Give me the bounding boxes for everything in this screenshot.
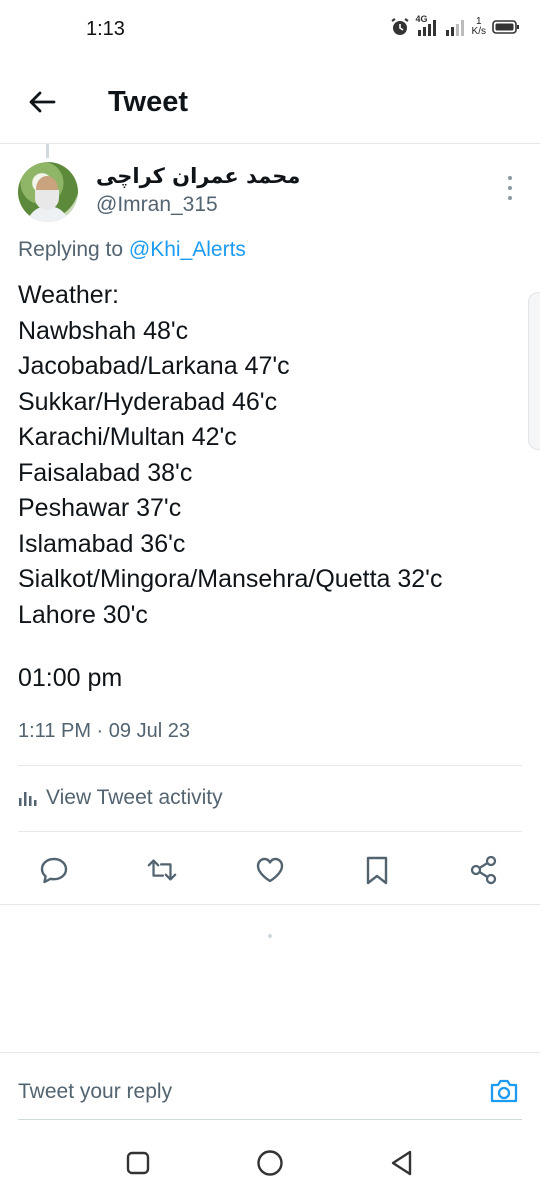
view-tweet-activity[interactable]: View Tweet activity [18, 786, 223, 810]
tweet-line: Lahore 30'c [18, 600, 148, 629]
reply-button[interactable] [38, 854, 70, 886]
replying-prefix: Replying to [18, 238, 124, 261]
alarm-icon [390, 18, 409, 35]
like-button[interactable] [254, 854, 286, 886]
recent-apps-button[interactable] [123, 1148, 153, 1178]
more-options-icon[interactable] [500, 176, 520, 200]
square-icon [126, 1151, 150, 1175]
scrollbar-handle[interactable] [528, 292, 540, 450]
bookmark-button[interactable] [361, 854, 393, 886]
tweet-line: Sukkar/Hyderabad 46'c [18, 387, 278, 416]
network-type-badge: 4G [416, 14, 438, 38]
bookmark-icon [366, 856, 388, 885]
share-icon [470, 855, 497, 885]
avatar[interactable] [18, 162, 78, 222]
tweet-line: Jacobabad/Larkana 47'c [18, 352, 290, 380]
back-button[interactable] [22, 82, 62, 122]
tweet-line: Peshawar 37'c [18, 494, 182, 522]
back-nav-button[interactable] [387, 1148, 417, 1178]
tweet-actions [0, 846, 540, 892]
divider [18, 765, 522, 766]
tweet-line: Islamabad 36'c [18, 529, 186, 558]
tweet-line: Karachi/Multan 42'c [18, 423, 237, 451]
tweet-line: Faisalabad 38'c [18, 458, 193, 487]
divider [0, 904, 540, 905]
tweet-timestamp[interactable]: 1:11 PM · 09 Jul 23 [18, 720, 190, 743]
divider [0, 1052, 540, 1053]
triangle-back-icon [391, 1150, 412, 1176]
signal-icon [445, 20, 464, 36]
thread-connector-line [46, 144, 49, 158]
signal-icon [417, 20, 436, 36]
camera-icon [490, 1079, 518, 1103]
retweet-icon [147, 859, 177, 881]
reply-icon [40, 857, 68, 884]
status-icons: 4G 1 K/s [390, 14, 520, 38]
tweet-line: Sialkot/Mingora/Mansehra/Quetta 32'c [18, 565, 443, 593]
tweet-text: Weather: Nawbshah 48'c Jacobabad/Larkana… [18, 278, 442, 633]
reply-input[interactable] [18, 1074, 458, 1110]
home-button[interactable] [255, 1148, 285, 1178]
arrow-left-icon [29, 91, 56, 113]
tweet-line: Nawbshah 48'c [18, 316, 189, 345]
loading-dot [268, 934, 272, 938]
circle-icon [257, 1150, 283, 1176]
divider [18, 831, 522, 832]
camera-button[interactable] [487, 1074, 521, 1108]
tweet-line: Weather: [18, 281, 119, 309]
replying-to: Replying to @Khi_Alerts [18, 238, 246, 262]
analytics-icon [19, 792, 37, 806]
retweet-button[interactable] [146, 854, 178, 886]
like-icon [256, 857, 284, 883]
network-speed: 1 K/s [471, 16, 486, 37]
replying-handle-link[interactable]: @Khi_Alerts [129, 238, 246, 261]
author-name[interactable]: محمد عمران کراچی [96, 164, 300, 188]
reply-input-underline [18, 1119, 522, 1120]
page-title: Tweet [108, 86, 189, 118]
share-button[interactable] [468, 854, 500, 886]
author-handle[interactable]: @Imran_315 [96, 193, 218, 217]
status-time: 1:13 [86, 18, 125, 40]
tweet-time-line: 01:00 pm [18, 664, 123, 692]
battery-icon [492, 20, 519, 34]
activity-label: View Tweet activity [46, 786, 223, 809]
header-divider [0, 143, 540, 144]
